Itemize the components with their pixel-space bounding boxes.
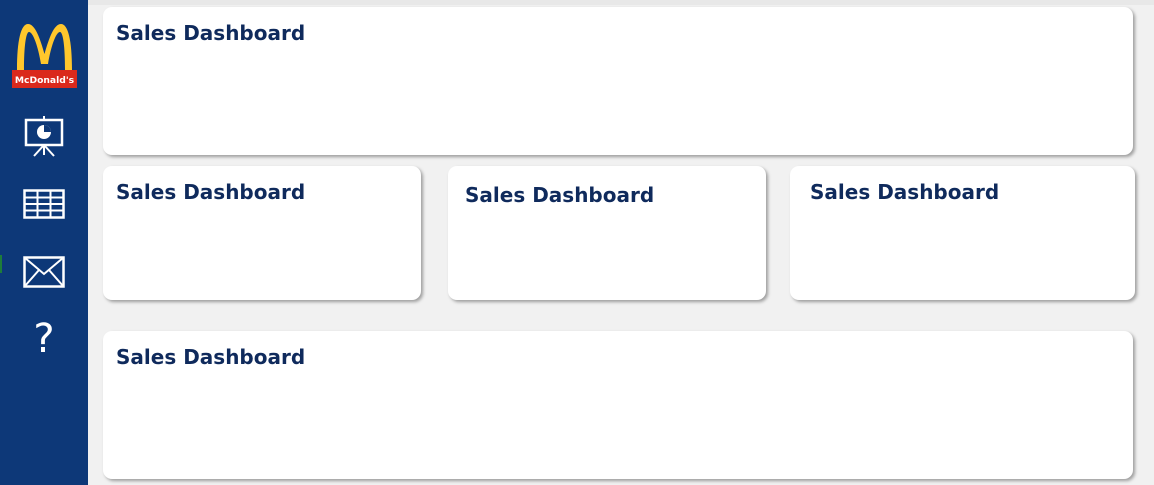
mcdonalds-logo: McDonald's [11, 20, 78, 88]
middle-left-card: Sales Dashboard [103, 166, 421, 300]
help-icon[interactable]: ? [19, 314, 69, 364]
middle-right-card-title: Sales Dashboard [810, 180, 1000, 204]
table-icon[interactable] [19, 179, 69, 229]
logo-wordmark: McDonald's [15, 75, 75, 86]
presentation-icon[interactable] [19, 111, 69, 161]
middle-right-card: Sales Dashboard [790, 166, 1135, 300]
middle-left-card-title: Sales Dashboard [116, 180, 306, 204]
top-card: Sales Dashboard [103, 7, 1133, 155]
sidebar: McDonald's ? [0, 0, 88, 485]
middle-center-card-title: Sales Dashboard [465, 183, 655, 207]
bottom-card: Sales Dashboard [103, 331, 1133, 479]
bottom-card-title: Sales Dashboard [116, 345, 306, 369]
top-card-title: Sales Dashboard [116, 21, 306, 45]
sidebar-edge-marker [0, 255, 2, 273]
top-strip [88, 0, 1154, 5]
mcdonalds-logo-graphic: McDonald's [12, 24, 77, 88]
middle-center-card: Sales Dashboard [448, 166, 766, 300]
mail-icon[interactable] [19, 247, 69, 297]
